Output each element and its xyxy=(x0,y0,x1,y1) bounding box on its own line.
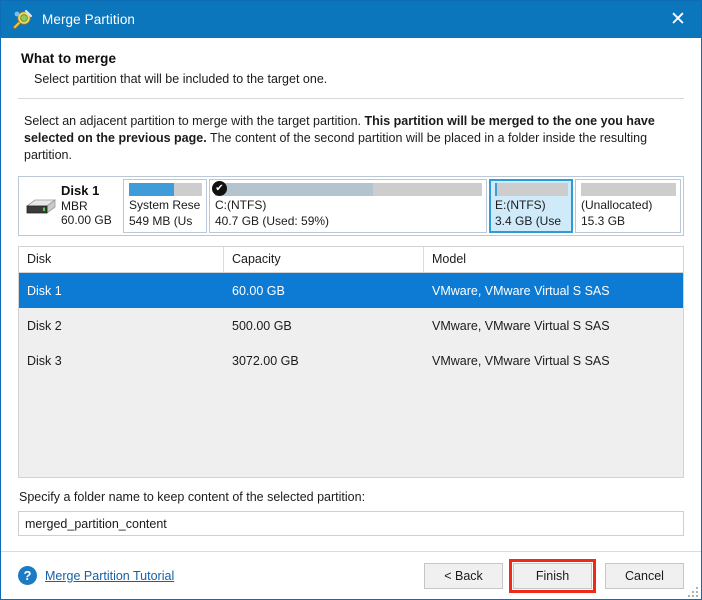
cell-disk: Disk 2 xyxy=(27,318,62,333)
checkmark-icon: ✔ xyxy=(212,181,227,196)
cancel-button-wrap: Cancel xyxy=(605,562,684,589)
hard-disk-icon xyxy=(23,193,57,219)
resize-grip[interactable] xyxy=(686,585,698,597)
disk-map: Disk 1 MBR 60.00 GB System Rese 549 MB (U… xyxy=(18,176,684,236)
cell-capacity: 60.00 GB xyxy=(232,283,285,298)
tutorial-link[interactable]: Merge Partition Tutorial xyxy=(45,569,174,583)
cell-disk: Disk 1 xyxy=(27,283,62,298)
partition-label: System Rese xyxy=(129,198,201,212)
merge-partition-window: Merge Partition ✕ What to merge Select p… xyxy=(0,0,702,600)
folder-name-label: Specify a folder name to keep content of… xyxy=(19,490,366,504)
partition-block-0[interactable]: System Rese 549 MB (Us xyxy=(123,179,207,233)
page-header: What to merge Select partition that will… xyxy=(1,38,701,86)
table-row[interactable]: Disk 1 60.00 GB VMware, VMware Virtual S S… xyxy=(19,273,683,308)
partition-usage-fill xyxy=(129,183,175,196)
disk-info: Disk 1 MBR 60.00 GB xyxy=(21,179,123,233)
partition-label: E:(NTFS) xyxy=(495,198,546,212)
back-button[interactable]: < Back xyxy=(424,562,503,589)
footer-buttons: < Back Finish Cancel xyxy=(415,558,684,593)
column-header-capacity[interactable]: Capacity xyxy=(224,247,424,272)
partition-usage-fill xyxy=(495,183,498,196)
table-body: Disk 1 60.00 GB VMware, VMware Virtual S S… xyxy=(19,273,683,477)
page-subtitle: Select partition that will be included t… xyxy=(34,72,328,86)
partition-size: 3.4 GB (Use xyxy=(495,213,562,228)
title-bar: Merge Partition ✕ xyxy=(1,1,701,38)
partition-usage-bar xyxy=(495,183,568,196)
table-row[interactable]: Disk 3 3072.00 GB VMware, VMware Virtual S… xyxy=(19,343,683,378)
page-body: Select an adjacent partition to merge wi… xyxy=(1,99,701,551)
folder-name-input[interactable] xyxy=(18,511,684,536)
partition-label: (Unallocated) xyxy=(581,198,653,212)
cell-model: VMware, VMware Virtual S SAS xyxy=(432,318,610,333)
table-header-row: Disk Capacity Model xyxy=(19,247,683,273)
cell-model: VMware, VMware Virtual S SAS xyxy=(432,353,610,368)
instruction-text: Select an adjacent partition to merge wi… xyxy=(24,113,680,164)
cell-capacity: 500.00 GB xyxy=(232,318,292,333)
back-button-wrap: < Back xyxy=(424,562,503,589)
disk-scheme: MBR xyxy=(61,198,88,213)
partition-block-2[interactable]: E:(NTFS) 3.4 GB (Use xyxy=(489,179,573,233)
partition-size: 40.7 GB (Used: 59%) xyxy=(215,213,330,228)
cell-capacity: 3072.00 GB xyxy=(232,353,299,368)
page-title: What to merge xyxy=(21,51,117,66)
partition-usage-bar xyxy=(129,183,202,196)
window-title: Merge Partition xyxy=(42,12,136,27)
disk-table: Disk Capacity Model Disk 1 60.00 GB VMware… xyxy=(18,246,684,478)
partition-block-3[interactable]: (Unallocated) 15.3 GB xyxy=(575,179,681,233)
disk-name: Disk 1 xyxy=(61,183,100,199)
instruction-part1: Select an adjacent partition to merge wi… xyxy=(24,114,365,128)
disk-size: 60.00 GB xyxy=(61,213,112,228)
table-row[interactable]: Disk 2 500.00 GB VMware, VMware Virtual S … xyxy=(19,308,683,343)
cell-model: VMware, VMware Virtual S SAS xyxy=(432,283,610,298)
cancel-button[interactable]: Cancel xyxy=(605,562,684,589)
column-header-disk[interactable]: Disk xyxy=(19,247,224,272)
merge-partition-icon xyxy=(11,9,33,31)
footer-bar: ? Merge Partition Tutorial < Back Finish… xyxy=(1,551,701,599)
partition-blocks: System Rese 549 MB (Us ✔ C:(NTFS) 40.7 GB (U… xyxy=(123,179,681,233)
partition-size: 549 MB (Us xyxy=(129,213,193,228)
partition-label: C:(NTFS) xyxy=(215,198,267,212)
partition-usage-bar xyxy=(581,183,676,196)
finish-button-highlight: Finish xyxy=(509,558,596,593)
partition-usage-bar xyxy=(215,183,482,196)
partition-size: 15.3 GB xyxy=(581,213,626,228)
cell-disk: Disk 3 xyxy=(27,353,62,368)
column-header-model[interactable]: Model xyxy=(424,247,683,272)
close-icon[interactable]: ✕ xyxy=(655,1,701,38)
partition-block-1[interactable]: ✔ C:(NTFS) 40.7 GB (Used: 59%) xyxy=(209,179,487,233)
finish-button[interactable]: Finish xyxy=(513,562,592,589)
disk-labels: Disk 1 MBR 60.00 GB xyxy=(61,184,112,228)
partition-usage-fill xyxy=(215,183,373,196)
question-mark-icon[interactable]: ? xyxy=(18,566,37,585)
